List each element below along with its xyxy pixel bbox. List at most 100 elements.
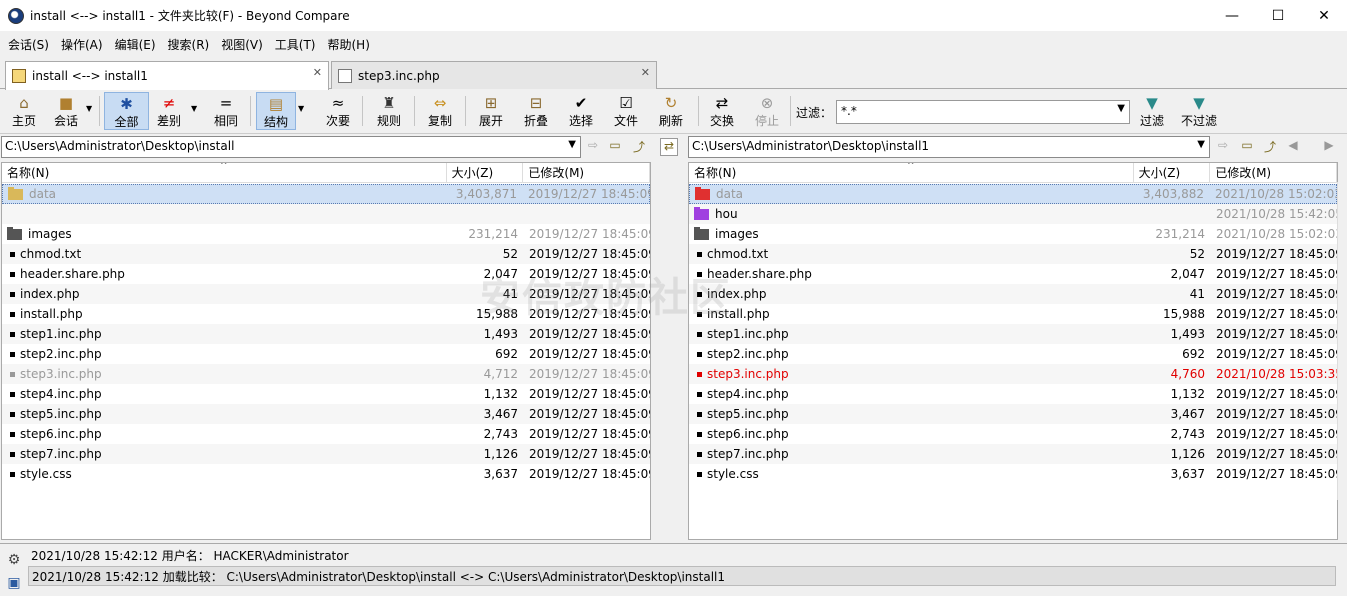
file-row[interactable]: step6.inc.php 2,743 2019/12/27 18:45:09 — [2, 424, 650, 444]
right-path-input[interactable]: C:\Users\Administrator\Desktop\install1 … — [688, 136, 1210, 158]
filter-button[interactable]: ▼ 过滤 — [1136, 92, 1168, 130]
file-row[interactable]: data 3,403,871 2019/12/27 18:45:09 — [2, 184, 650, 204]
home-button[interactable]: ⌂ 主页 — [6, 92, 42, 130]
size-column-header[interactable]: 大小(Z) — [1134, 163, 1211, 183]
file-row[interactable]: hou 2021/10/28 15:42:05 — [689, 204, 1337, 224]
file-modified-cell: 2021/10/28 15:42:05 — [1216, 207, 1338, 221]
file-row[interactable]: step1.inc.php 1,493 2019/12/27 18:45:09 — [689, 324, 1337, 344]
file-row[interactable]: step1.inc.php 1,493 2019/12/27 18:45:09 — [2, 324, 650, 344]
menu-edit[interactable]: 编辑(E) — [109, 36, 162, 53]
copy-button[interactable]: ⇔ 复制 — [422, 92, 458, 130]
tab-folder-compare[interactable]: install <--> install1 ✕ — [5, 61, 329, 90]
file-row[interactable]: step7.inc.php 1,126 2019/12/27 18:45:09 — [2, 444, 650, 464]
menu-tools[interactable]: 工具(T) — [269, 36, 322, 53]
file-row[interactable]: step6.inc.php 2,743 2019/12/27 18:45:09 — [689, 424, 1337, 444]
structure-button[interactable]: ▤ 结构 — [256, 92, 296, 130]
swap-sides-icon[interactable]: ⇄ — [660, 138, 678, 156]
parent-folder-icon[interactable]: ⤴ — [1261, 138, 1279, 156]
select-button[interactable]: ✔ 选择 — [563, 92, 599, 130]
chevron-down-icon[interactable]: ▼ — [1117, 103, 1125, 114]
files-button[interactable]: ☑ 文件 — [608, 92, 644, 130]
file-row[interactable]: step3.inc.php 4,712 2019/12/27 18:45:09 — [2, 364, 650, 384]
menu-search[interactable]: 搜索(R) — [162, 36, 216, 53]
file-row[interactable]: step7.inc.php 1,126 2019/12/27 18:45:09 — [689, 444, 1337, 464]
swap-button[interactable]: ⇄ 交换 — [704, 92, 740, 130]
gear-icon[interactable]: ⚙ — [6, 552, 22, 568]
file-row[interactable]: index.php 41 2019/12/27 18:45:09 — [689, 284, 1337, 304]
chevron-down-icon[interactable]: ▼ — [568, 139, 576, 150]
stop-button[interactable]: ⊗ 停止 — [749, 92, 785, 130]
go-arrow-icon[interactable]: ⇨ — [1214, 138, 1232, 156]
no-filter-button[interactable]: ▼ 不过滤 — [1178, 92, 1220, 130]
go-arrow-icon[interactable]: ⇨ — [584, 138, 602, 156]
file-row[interactable]: step2.inc.php 692 2019/12/27 18:45:09 — [2, 344, 650, 364]
file-row[interactable]: install.php 15,988 2019/12/27 18:45:09 — [689, 304, 1337, 324]
modified-column-header[interactable]: 已修改(M) — [1210, 163, 1337, 183]
file-size-cell: 231,214 — [1155, 227, 1205, 241]
back-arrow-icon[interactable]: ◀ — [1284, 138, 1302, 156]
expand-button[interactable]: ⊞ 展开 — [473, 92, 509, 130]
minor-button[interactable]: ≈ 次要 — [320, 92, 356, 130]
chevron-down-icon[interactable]: ▼ — [1197, 139, 1205, 150]
file-name: data — [29, 187, 57, 201]
folder-icon — [695, 187, 710, 200]
parent-folder-icon[interactable]: ⤴ — [630, 138, 648, 156]
session-button[interactable]: ■ 会话 — [48, 92, 84, 130]
show-diffs-button[interactable]: ≠ 差别 — [152, 92, 186, 130]
forward-arrow-icon[interactable]: ▶ — [1320, 138, 1338, 156]
file-row[interactable]: step4.inc.php 1,132 2019/12/27 18:45:09 — [689, 384, 1337, 404]
file-row[interactable]: step2.inc.php 692 2019/12/27 18:45:09 — [689, 344, 1337, 364]
show-same-button[interactable]: = 相同 — [209, 92, 243, 130]
session-dropdown-icon[interactable]: ▼ — [86, 104, 92, 113]
size-column-header[interactable]: 大小(Z) — [447, 163, 524, 183]
file-size-cell: 2,047 — [1170, 267, 1205, 281]
file-name-cell: step3.inc.php — [2, 367, 446, 381]
file-row[interactable]: header.share.php 2,047 2019/12/27 18:45:09 — [689, 264, 1337, 284]
name-column-header[interactable]: 名称(N) ^ — [2, 163, 447, 183]
tab-close-icon[interactable]: ✕ — [313, 66, 322, 79]
menu-help[interactable]: 帮助(H) — [322, 36, 376, 53]
file-size-cell: 3,637 — [1170, 467, 1205, 481]
text-compare-icon — [338, 68, 352, 83]
file-row[interactable]: images 231,214 2021/10/28 15:02:03 — [689, 224, 1337, 244]
collapse-button[interactable]: ⊟ 折叠 — [518, 92, 554, 130]
file-row[interactable]: step5.inc.php 3,467 2019/12/27 18:45:09 — [689, 404, 1337, 424]
file-row[interactable]: step3.inc.php 4,760 2021/10/28 15:03:35 — [689, 364, 1337, 384]
modified-column-header[interactable]: 已修改(M) — [523, 163, 650, 183]
file-row[interactable] — [2, 204, 650, 224]
menu-actions[interactable]: 操作(A) — [55, 36, 109, 53]
menu-session[interactable]: 会话(S) — [2, 36, 55, 53]
structure-dropdown-icon[interactable]: ▼ — [298, 104, 304, 113]
file-row[interactable]: step5.inc.php 3,467 2019/12/27 18:45:09 — [2, 404, 650, 424]
file-row[interactable]: style.css 3,637 2019/12/27 18:45:09 — [2, 464, 650, 484]
file-name-cell: chmod.txt — [2, 247, 446, 261]
diffs-dropdown-icon[interactable]: ▼ — [191, 104, 197, 113]
file-icon — [10, 291, 15, 297]
vertical-scrollbar[interactable] — [1337, 182, 1347, 500]
close-button[interactable]: ✕ — [1301, 0, 1347, 31]
file-name-cell: step4.inc.php — [2, 387, 446, 401]
refresh-button[interactable]: ↻ 刷新 — [653, 92, 689, 130]
file-size-cell: 2,743 — [1170, 427, 1205, 441]
file-row[interactable]: images 231,214 2019/12/27 18:45:09 — [2, 224, 650, 244]
rules-button[interactable]: ♜ 规则 — [371, 92, 407, 130]
file-row[interactable]: chmod.txt 52 2019/12/27 18:45:09 — [689, 244, 1337, 264]
maximize-button[interactable]: ☐ — [1255, 0, 1301, 31]
name-column-header[interactable]: 名称(N) ^ — [689, 163, 1134, 183]
tab-text-compare[interactable]: step3.inc.php ✕ — [331, 61, 657, 89]
minimize-button[interactable]: — — [1209, 0, 1255, 31]
file-row[interactable]: data 3,403,882 2021/10/28 15:02:03 — [689, 184, 1337, 204]
file-modified-cell: 2019/12/27 18:45:09 — [529, 347, 651, 361]
show-all-button[interactable]: ✱ 全部 — [104, 92, 149, 130]
tab-close-icon[interactable]: ✕ — [641, 66, 650, 79]
filter-input[interactable]: *.* ▼ — [836, 100, 1130, 124]
browse-folder-icon[interactable]: ▭ — [1238, 138, 1256, 156]
browse-folder-icon[interactable]: ▭ — [606, 138, 624, 156]
save-log-icon[interactable]: ▣ — [6, 575, 22, 591]
left-path-input[interactable]: C:\Users\Administrator\Desktop\install ▼ — [1, 136, 581, 158]
file-size-cell: 1,132 — [1170, 387, 1205, 401]
menu-view[interactable]: 视图(V) — [215, 36, 269, 53]
file-row[interactable]: style.css 3,637 2019/12/27 18:45:09 — [689, 464, 1337, 484]
file-row[interactable]: step4.inc.php 1,132 2019/12/27 18:45:09 — [2, 384, 650, 404]
file-row[interactable]: chmod.txt 52 2019/12/27 18:45:09 — [2, 244, 650, 264]
